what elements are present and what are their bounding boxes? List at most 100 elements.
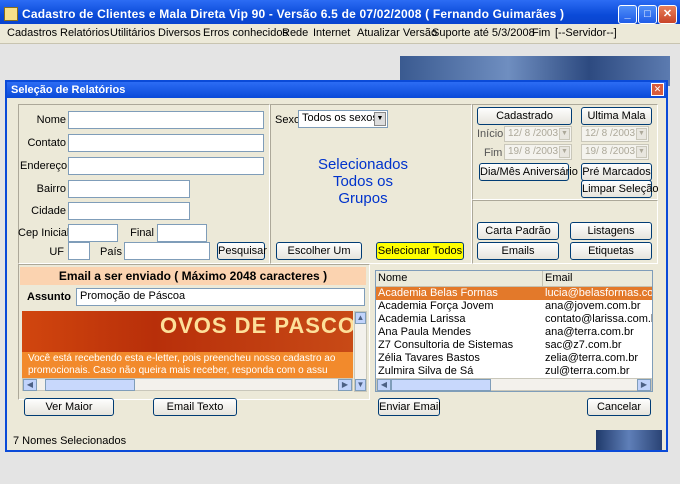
fim-label: Fim: [484, 147, 503, 159]
dialog-title: Seleção de Relatórios: [11, 84, 126, 96]
sexo-label: Sexo: [275, 114, 301, 126]
scroll-left-icon[interactable]: ◀: [23, 379, 37, 391]
cidade-label: Cidade: [31, 205, 66, 217]
status-decorative-image: [596, 430, 662, 450]
menu-servidor[interactable]: [--Servidor--]: [555, 27, 617, 39]
close-button[interactable]: ✕: [658, 5, 677, 24]
email-horizontal-scrollbar[interactable]: ◀ ▶: [22, 378, 353, 391]
inicio-date-1-value: 12/ 8 /2003: [508, 128, 559, 139]
cep-final-input[interactable]: [157, 224, 207, 242]
email-banner-image: OVOS DE PASCOA: [22, 311, 353, 352]
table-row[interactable]: Academia Força Jovem ana@jovem.com.br: [376, 300, 652, 313]
row-nome: Academia Força Jovem: [378, 300, 494, 312]
emails-button[interactable]: Emails: [477, 242, 559, 260]
column-header-nome[interactable]: Nome: [376, 271, 543, 287]
menu-fim[interactable]: Fim: [532, 27, 550, 39]
uf-label: UF: [49, 246, 64, 258]
menu-internet[interactable]: Internet: [313, 27, 350, 39]
scroll-down-icon[interactable]: ▼: [355, 379, 366, 391]
fim-date-1-value: 19/ 8 /2003: [508, 146, 559, 157]
row-nome: Academia Belas Formas: [378, 287, 498, 299]
enviar-email-button[interactable]: Enviar Email: [378, 398, 441, 416]
uf-input[interactable]: [68, 242, 90, 260]
cidade-input[interactable]: [68, 202, 190, 220]
menu-diversos[interactable]: Diversos: [158, 27, 201, 39]
fim-date-ultima-mala[interactable]: 19/ 8 /2003 ▼: [581, 144, 649, 160]
cep-inicial-input[interactable]: [68, 224, 118, 242]
pais-input[interactable]: [124, 242, 210, 260]
assunto-input[interactable]: Promoção de Páscoa: [76, 288, 365, 306]
row-nome: Academia Larissa: [378, 313, 466, 325]
email-vertical-scrollbar[interactable]: ▲ ▼: [354, 311, 367, 392]
listagens-button[interactable]: Listagens: [570, 222, 652, 240]
scroll-right-icon[interactable]: ▶: [637, 379, 651, 391]
table-row[interactable]: Academia Belas Formas lucia@belasformas.…: [376, 287, 652, 300]
pesquisar-button[interactable]: Pesquisar: [217, 242, 267, 260]
table-row[interactable]: Ana Paula Mendes ana@terra.com.br: [376, 326, 652, 339]
carta-padrao-button[interactable]: Carta Padrão: [477, 222, 559, 240]
scroll-thumb[interactable]: [391, 379, 491, 391]
table-row[interactable]: Zulmira Silva de Sá zul@terra.com.br: [376, 365, 652, 378]
email-texto-button[interactable]: Email Texto: [153, 398, 237, 416]
fim-date-cadastrado[interactable]: 19/ 8 /2003 ▼: [504, 144, 572, 160]
inicio-label: Início: [477, 128, 504, 140]
sexo-select[interactable]: Todos os sexos ▼: [298, 110, 388, 128]
dia-mes-aniversario-button[interactable]: Dia/Mês Aniversário: [479, 163, 578, 181]
contato-input[interactable]: [68, 134, 264, 152]
selected-contacts-grid[interactable]: Nome Email Academia Belas Formas lucia@b…: [375, 270, 653, 392]
chevron-down-icon[interactable]: ▼: [636, 128, 647, 140]
table-row[interactable]: Z7 Consultoria de Sistemas sac@z7.com.br: [376, 339, 652, 352]
nome-label: Nome: [36, 114, 66, 126]
bairro-label: Bairro: [36, 183, 66, 195]
bairro-input[interactable]: [68, 180, 190, 198]
contato-label: Contato: [27, 137, 66, 149]
inicio-date-ultima-mala[interactable]: 12/ 8 /2003 ▼: [581, 126, 649, 142]
ultima-mala-button[interactable]: Ultima Mala: [581, 107, 652, 125]
escolher-um-button[interactable]: Escolher Um: [276, 242, 362, 260]
menu-cadastros[interactable]: Cadastros: [7, 27, 57, 39]
chevron-down-icon[interactable]: ▼: [559, 128, 570, 140]
limpar-selecao-button[interactable]: Limpar Seleção: [581, 180, 658, 198]
selection-status-line-3: Grupos: [338, 190, 388, 207]
scroll-right-icon[interactable]: ▶: [338, 379, 352, 391]
menu-atualizar-versao[interactable]: Atualizar Versão: [357, 27, 437, 39]
endereco-input[interactable]: [68, 157, 264, 175]
email-message-body[interactable]: Você está recebendo esta e-letter, pois …: [22, 352, 353, 378]
menu-utilitarios[interactable]: Utilitários: [110, 27, 155, 39]
maximize-button[interactable]: □: [638, 5, 657, 24]
cep-inicial-label: Cep Inicial: [18, 227, 70, 239]
menu-rede[interactable]: Rede: [282, 27, 308, 39]
ver-maior-button[interactable]: Ver Maior: [24, 398, 114, 416]
row-email: ana@terra.com.br: [545, 326, 634, 338]
table-row[interactable]: Academia Larissa contato@larissa.com.br: [376, 313, 652, 326]
table-row[interactable]: Zélia Tavares Bastos zelia@terra.com.br: [376, 352, 652, 365]
menu-relatorios[interactable]: Relatórios: [60, 27, 110, 39]
scroll-up-icon[interactable]: ▲: [355, 312, 366, 324]
pais-label: País: [99, 246, 122, 258]
selecionar-todos-button[interactable]: Selecionar Todos: [376, 242, 464, 260]
cancelar-button[interactable]: Cancelar: [587, 398, 651, 416]
inicio-date-cadastrado[interactable]: 12/ 8 /2003 ▼: [504, 126, 572, 142]
row-nome: Z7 Consultoria de Sistemas: [378, 339, 514, 351]
scroll-thumb[interactable]: [45, 379, 135, 391]
chevron-down-icon[interactable]: ▼: [559, 146, 570, 158]
row-email: sac@z7.com.br: [545, 339, 622, 351]
scroll-left-icon[interactable]: ◀: [377, 379, 391, 391]
row-nome: Zulmira Silva de Sá: [378, 365, 474, 377]
grid-horizontal-scrollbar[interactable]: ◀ ▶: [376, 378, 652, 391]
cadastrado-button[interactable]: Cadastrado: [477, 107, 572, 125]
menu-suporte[interactable]: Suporte até 5/3/2008: [432, 27, 535, 39]
final-label: Final: [130, 227, 154, 239]
fim-date-2-value: 19/ 8 /2003: [585, 146, 636, 157]
minimize-button[interactable]: _: [618, 5, 637, 24]
menu-erros-conhecidos[interactable]: Erros conhecidos: [203, 27, 288, 39]
nome-input[interactable]: [68, 111, 264, 129]
chevron-down-icon[interactable]: ▼: [636, 146, 647, 158]
chevron-down-icon[interactable]: ▼: [374, 112, 386, 126]
etiquetas-button[interactable]: Etiquetas: [570, 242, 652, 260]
row-email: zelia@terra.com.br: [545, 352, 639, 364]
dialog-close-button[interactable]: ✕: [651, 83, 664, 96]
email-header: Email a ser enviado ( Máximo 2048 caract…: [20, 267, 366, 285]
pre-marcados-button[interactable]: Pré Marcados: [581, 163, 652, 181]
column-header-email[interactable]: Email: [543, 271, 652, 287]
